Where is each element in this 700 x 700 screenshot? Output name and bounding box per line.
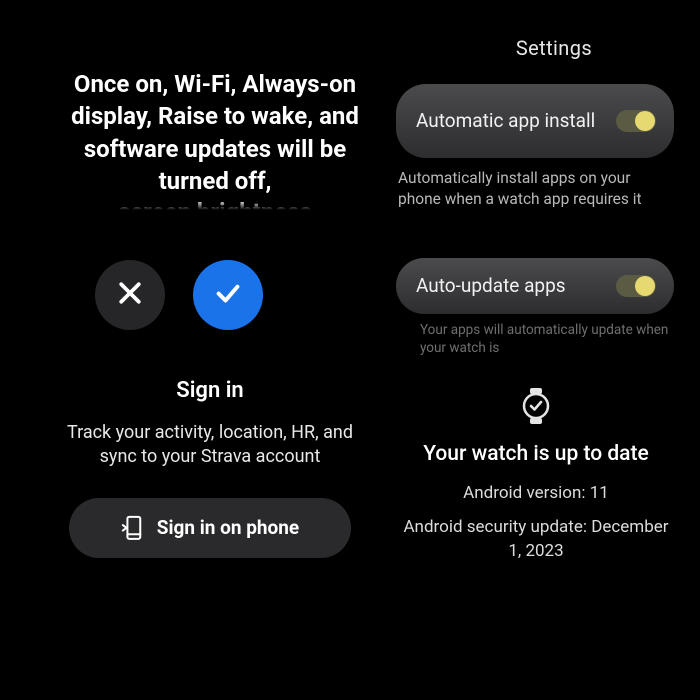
setting-auto-update[interactable]: Auto-update apps xyxy=(396,258,674,314)
setting-label: Automatic app install xyxy=(416,110,595,133)
android-version: Android version: 11 xyxy=(396,482,676,506)
setting-auto-update-desc: Your apps will automatically update when… xyxy=(398,322,674,357)
close-icon xyxy=(115,278,145,312)
setting-auto-install-desc: Automatically install apps on your phone… xyxy=(398,168,674,210)
toggle-switch-on[interactable] xyxy=(616,110,656,132)
security-update-date: Android security update: December 1, 202… xyxy=(396,516,676,564)
confirm-button[interactable] xyxy=(193,260,263,330)
update-status-title: Your watch is up to date xyxy=(396,442,676,466)
setting-label: Auto-update apps xyxy=(416,275,566,298)
power-save-warning-fade: screen brightness xyxy=(55,200,375,218)
check-icon xyxy=(213,278,243,312)
signin-title: Sign in xyxy=(55,378,365,403)
toggle-switch-on[interactable] xyxy=(616,275,656,297)
setting-auto-install[interactable]: Automatic app install xyxy=(396,84,674,158)
signin-on-phone-button[interactable]: Sign in on phone xyxy=(69,498,351,558)
watch-check-icon xyxy=(396,388,676,424)
cancel-button[interactable] xyxy=(95,260,165,330)
signin-button-label: Sign in on phone xyxy=(157,516,299,539)
settings-title: Settings xyxy=(454,36,654,60)
signin-subtitle: Track your activity, location, HR, and s… xyxy=(55,421,365,470)
power-save-warning-text: Once on, Wi-Fi, Always-on display, Raise… xyxy=(55,68,375,198)
phone-signin-icon xyxy=(121,515,143,541)
